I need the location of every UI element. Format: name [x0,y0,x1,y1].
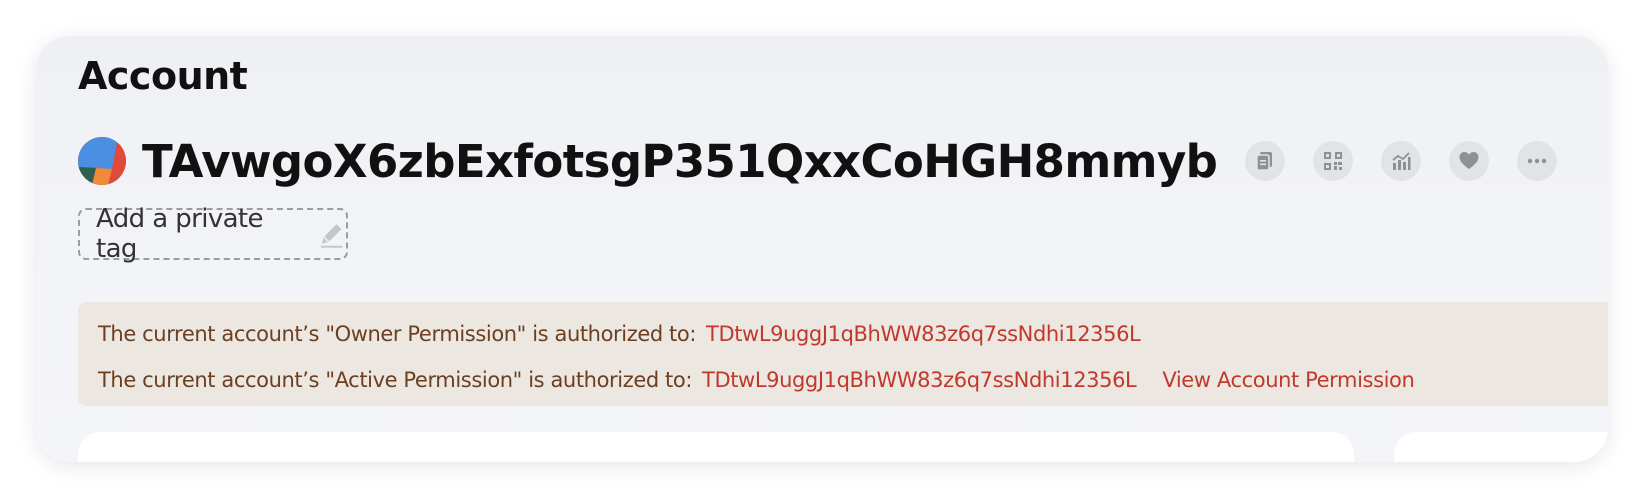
active-permission-address-link[interactable]: TDtwL9uggJ1qBhWW83z6q7ssNdhi12356L [702,368,1137,392]
owner-permission-address-link[interactable]: TDtwL9uggJ1qBhWW83z6q7ssNdhi12356L [706,322,1141,346]
more-icon [1528,158,1547,164]
account-address[interactable]: TAvwgoX6zbExfotsgP351QxxCoHGH8mmyb [142,135,1218,188]
details-panel [78,432,1354,462]
view-account-permission-link[interactable]: View Account Permission [1162,368,1414,392]
pencil-icon [320,224,343,248]
qr-code-button[interactable] [1313,141,1354,181]
active-permission-line: The current account’s "Active Permission… [98,368,1415,392]
address-row: TAvwgoX6zbExfotsgP351QxxCoHGH8mmyb [78,131,1585,191]
more-button[interactable] [1517,141,1558,181]
active-permission-text: The current account’s "Active Permission… [98,368,693,392]
copy-icon [1256,152,1273,171]
avatar [78,137,126,185]
analytics-button[interactable] [1381,141,1422,181]
add-private-tag-button[interactable]: Add a private tag [78,204,348,264]
owner-permission-text: The current account’s "Owner Permission"… [98,322,697,346]
permission-notice: The current account’s "Owner Permission"… [78,302,1608,406]
favorite-button[interactable] [1449,141,1490,181]
tag-label: Add a private tag [96,204,264,264]
account-card: Account TAvwgoX6zbExfotsgP351QxxCoHGH8mm… [36,36,1608,462]
qr-code-icon [1324,152,1343,170]
chart-icon [1392,152,1411,170]
address-actions [1245,141,1585,181]
copy-button[interactable] [1245,141,1286,181]
side-panel [1394,432,1608,462]
heart-icon [1459,152,1479,169]
page-title: Account [78,54,248,98]
owner-permission-line: The current account’s "Owner Permission"… [98,322,1141,346]
